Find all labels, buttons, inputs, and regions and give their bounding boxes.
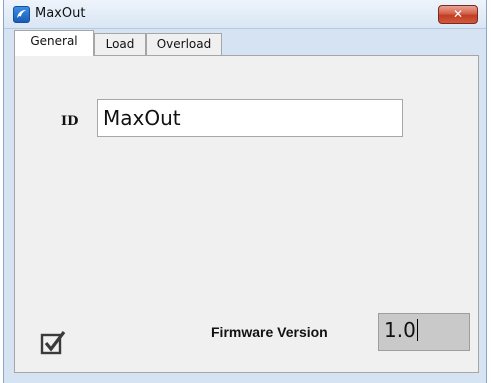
dialog-window: MaxOut ✕ General Load Overload ID Firmwa… [3,0,487,383]
app-logo-icon [13,6,30,23]
tab-overload[interactable]: Overload [146,33,222,55]
firmware-version-value: 1.0 [384,318,416,342]
tab-general[interactable]: General [14,30,94,56]
tab-label: General [30,34,78,48]
window-title: MaxOut [35,6,86,21]
checkbox-checked-icon[interactable] [40,330,66,356]
close-icon: ✕ [452,7,464,21]
tab-label: Overload [156,37,212,51]
firmware-version-field[interactable]: 1.0 [378,313,470,351]
id-label: ID [61,114,79,129]
tab-load[interactable]: Load [94,33,146,55]
firmware-version-label: Firmware Version [211,324,328,340]
text-caret [416,319,418,341]
tab-label: Load [105,37,135,51]
general-tab-panel: ID Firmware Version 1.0 [14,55,479,373]
title-bar[interactable]: MaxOut ✕ [4,0,486,29]
close-button[interactable]: ✕ [438,5,478,24]
id-input[interactable] [97,99,403,137]
